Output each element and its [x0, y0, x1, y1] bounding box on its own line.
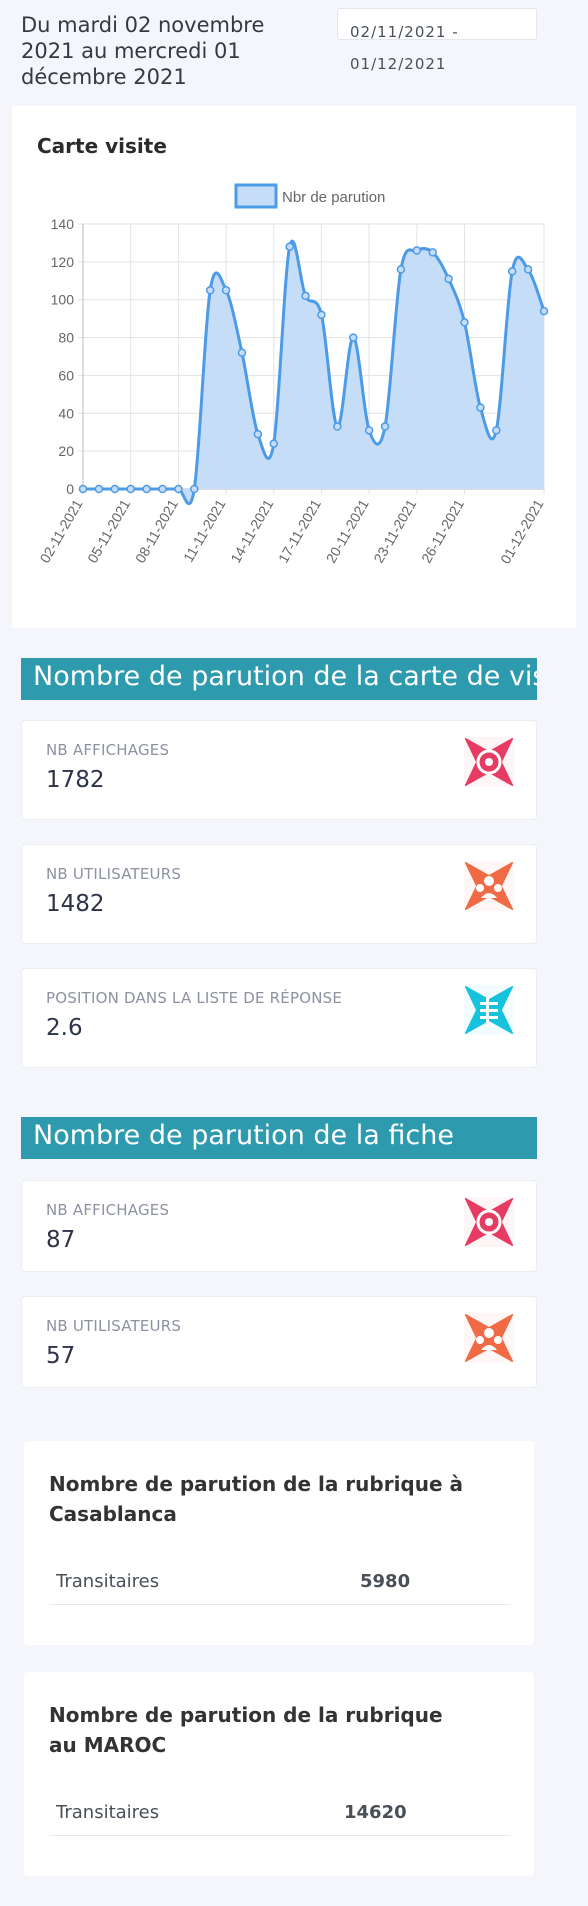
data-point [364, 426, 374, 435]
data-point [190, 484, 199, 494]
rubrique-name: Transitaires [56, 1802, 160, 1823]
stat-card-affichages: NB AFFICHAGES 1782 [21, 720, 537, 820]
data-point [269, 439, 279, 448]
stat-label: NB AFFICHAGES [46, 1201, 170, 1219]
data-point [317, 310, 326, 320]
data-point [126, 484, 135, 494]
data-point [460, 318, 469, 327]
y-tick-label: 80 [58, 330, 74, 346]
y-tick-label: 60 [58, 367, 74, 383]
data-point [285, 242, 294, 251]
data-point [333, 422, 342, 431]
stat-card-fiche-affichages: NB AFFICHAGES 87 [21, 1180, 537, 1272]
eye-icon [464, 1197, 514, 1247]
date-range-start: 02/11/2021 - [350, 23, 459, 41]
table-row: Transitaires 5980 [49, 1563, 511, 1605]
data-point [237, 348, 247, 357]
stat-label: NB UTILISATEURS [46, 865, 182, 883]
x-tick-label: 08-11-2021 [132, 496, 181, 565]
data-point [492, 426, 501, 435]
data-point [444, 274, 453, 284]
table-row: Transitaires 14620 [49, 1794, 511, 1836]
stat-label: NB AFFICHAGES [46, 741, 170, 759]
y-tick-label: 120 [51, 254, 75, 270]
x-tick-label: 11-11-2021 [180, 496, 229, 564]
data-point [94, 484, 104, 494]
rubrique-name: Transitaires [56, 1571, 160, 1592]
data-point [221, 286, 231, 295]
x-tick-label: 02-11-2021 [36, 496, 85, 565]
x-tick-label: 26-11-2021 [418, 496, 467, 565]
line-chart: 0 20 40 60 80 100 120 140 02-11-202105-11-202108… [36, 183, 549, 567]
list-icon [464, 985, 514, 1035]
rubrique-title: Nombre de parution de la rubrique à Casa… [49, 1472, 464, 1526]
users-icon [464, 1313, 514, 1363]
data-point [380, 422, 390, 431]
stat-card-position: POSITION DANS LA LISTE DE RÉPONSE 2.6 [21, 968, 537, 1068]
rubrique-title: Nombre de parution de la rubrique au MAR… [49, 1703, 443, 1757]
date-range-picker[interactable]: 02/11/2021 - 01/12/2021 [337, 8, 537, 73]
data-point [348, 333, 358, 342]
y-tick-label: 140 [51, 216, 75, 232]
x-tick-label: 01-12-2021 [497, 496, 547, 566]
data-point [78, 484, 88, 494]
stat-value: 2.6 [46, 1015, 83, 1041]
users-icon [464, 861, 514, 911]
data-point [412, 246, 422, 255]
date-range-end: 01/12/2021 [350, 55, 447, 73]
stat-card-utilisateurs: NB UTILISATEURS 1482 [21, 844, 537, 944]
stat-card-fiche-utilisateurs: NB UTILISATEURS 57 [21, 1296, 537, 1388]
period-description: Du mardi 02 novembre 2021 au mercredi 01… [21, 13, 265, 89]
section-header-fiche: Nombre de parution de la fiche [21, 1117, 537, 1159]
data-point [253, 429, 263, 439]
stat-value: 87 [46, 1227, 76, 1253]
legend-label: Nbr de parution [282, 189, 385, 206]
data-point [428, 248, 437, 257]
y-tick-label: 0 [66, 481, 74, 497]
rubrique-value: 5980 [360, 1571, 411, 1592]
x-tick-label: 14-11-2021 [227, 496, 276, 565]
eye-icon [464, 737, 514, 787]
legend-swatch [234, 183, 278, 209]
y-tick-label: 20 [58, 443, 74, 459]
data-point [523, 265, 533, 274]
stat-value: 1482 [46, 891, 105, 917]
data-point [174, 484, 183, 494]
x-tick-label: 05-11-2021 [84, 496, 133, 565]
chart-card: Carte visite 0 20 40 60 80 100 120 140 02-11-202… [12, 106, 576, 628]
data-point [205, 286, 215, 295]
data-point [301, 291, 310, 301]
data-point [142, 484, 151, 494]
stat-value: 1782 [46, 767, 105, 793]
data-point [507, 267, 517, 276]
rubrique-card-maroc: Nombre de parution de la rubrique au MAR… [24, 1672, 534, 1876]
y-tick-label: 100 [51, 292, 75, 308]
rubrique-value: 14620 [344, 1802, 407, 1823]
x-tick-label: 17-11-2021 [275, 496, 324, 565]
stat-label: POSITION DANS LA LISTE DE RÉPONSE [46, 989, 343, 1007]
data-point [396, 265, 406, 274]
rubrique-card-casablanca: Nombre de parution de la rubrique à Casa… [24, 1441, 534, 1645]
y-tick-label: 40 [58, 405, 74, 421]
data-point [110, 484, 120, 494]
data-point [158, 484, 167, 494]
stat-label: NB UTILISATEURS [46, 1317, 182, 1335]
x-tick-label: 23-11-2021 [370, 496, 419, 565]
section-header-carte: Nombre de parution de la carte de viste [21, 658, 537, 700]
data-point [476, 403, 485, 412]
x-tick-label: 20-11-2021 [323, 496, 372, 565]
stat-value: 57 [46, 1343, 76, 1369]
data-point [539, 306, 549, 316]
